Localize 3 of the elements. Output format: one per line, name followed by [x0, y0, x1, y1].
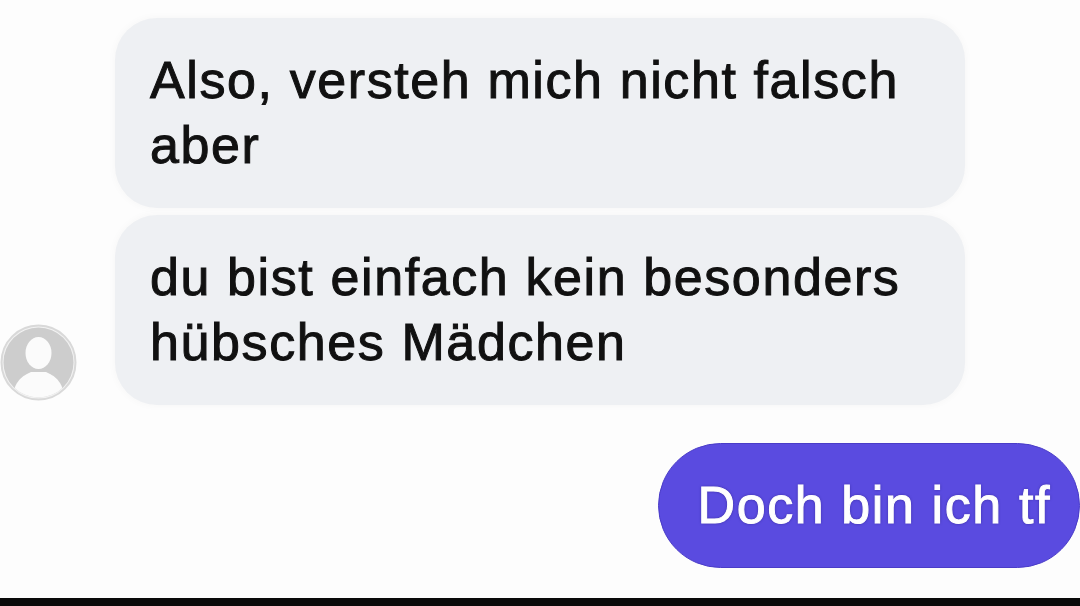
message-bubble: Also, versteh mich nicht falsch aber	[115, 18, 965, 208]
message-bubble: Doch bin ich tf	[657, 443, 1080, 568]
message-bubble: du bist einfach kein besonders hübsches Mädchen	[115, 215, 965, 405]
